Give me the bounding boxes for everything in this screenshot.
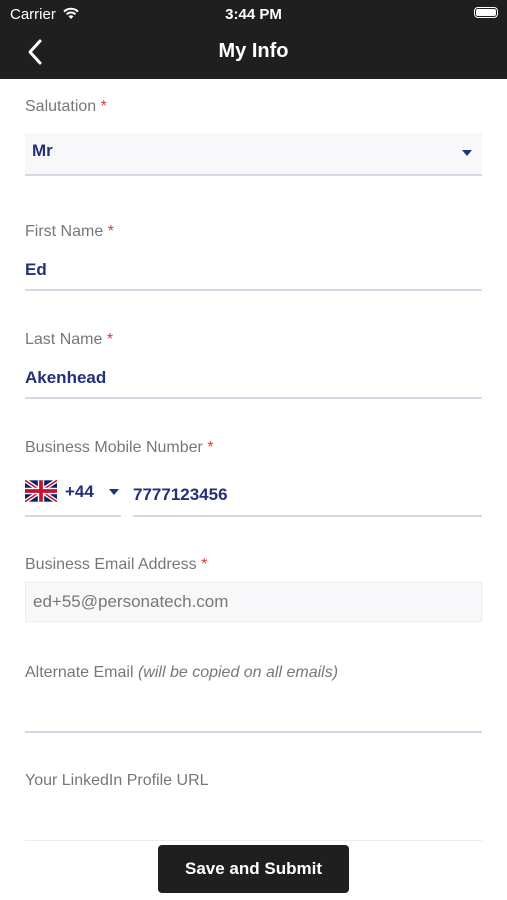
alternate-email-label: Alternate Email (will be copied on all e…	[25, 664, 339, 681]
required-marker: *	[201, 556, 208, 573]
first-name-label: First Name *	[25, 223, 114, 240]
salutation-label: Salutation *	[25, 98, 107, 115]
header-bar: Carrier 3:44 PM My Info	[0, 0, 507, 79]
last-name-underline	[25, 397, 482, 399]
last-name-input[interactable]: Akenhead	[25, 368, 106, 388]
required-marker: *	[207, 439, 214, 456]
clock: 3:44 PM	[225, 6, 282, 23]
page-title: My Info	[218, 40, 289, 62]
alternate-email-underline	[25, 731, 482, 733]
dropdown-caret-icon	[109, 489, 119, 495]
email-field[interactable]: ed+55@personatech.com	[25, 582, 482, 622]
uk-flag-icon	[25, 480, 57, 502]
country-code-select[interactable]: +44	[25, 480, 121, 504]
first-name-underline	[25, 289, 482, 291]
country-code-underline	[25, 515, 121, 517]
first-name-input[interactable]: Ed	[25, 260, 47, 280]
email-label: Business Email Address *	[25, 556, 208, 573]
save-and-submit-button[interactable]: Save and Submit	[158, 845, 349, 893]
linkedin-underline	[25, 840, 482, 841]
battery-icon	[474, 7, 498, 18]
email-value: ed+55@personatech.com	[33, 592, 229, 611]
mobile-number-input[interactable]: 7777123456	[133, 485, 228, 505]
alternate-email-input[interactable]	[25, 702, 482, 728]
mobile-number-underline	[133, 515, 482, 517]
linkedin-input[interactable]	[25, 808, 482, 834]
salutation-select[interactable]: Mr	[25, 133, 482, 175]
required-marker: *	[107, 223, 114, 240]
required-marker: *	[100, 98, 107, 115]
salutation-value: Mr	[32, 141, 53, 160]
required-marker: *	[106, 331, 114, 348]
dropdown-caret-icon	[462, 150, 472, 156]
salutation-underline	[25, 174, 482, 176]
country-code-value: +44	[65, 482, 94, 501]
mobile-label: Business Mobile Number *	[25, 439, 214, 456]
status-bar: Carrier 3:44 PM	[0, 0, 507, 28]
linkedin-label: Your LinkedIn Profile URL	[25, 772, 209, 789]
last-name-label: Last Name *	[25, 331, 114, 348]
alternate-email-hint: (will be copied on all emails)	[137, 664, 339, 681]
